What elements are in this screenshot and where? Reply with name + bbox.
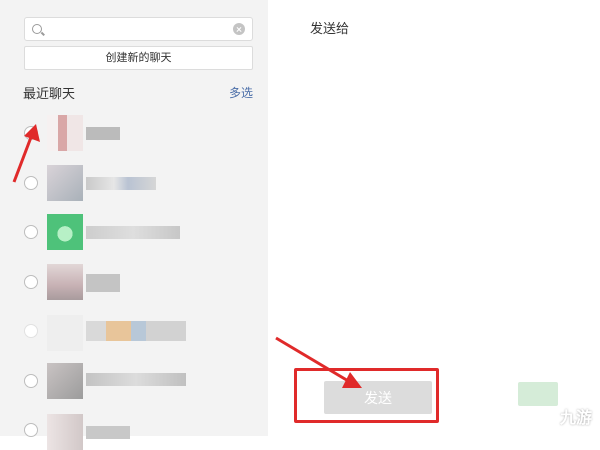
select-radio[interactable] <box>24 275 38 289</box>
contact-name <box>86 373 186 386</box>
multi-select-link[interactable]: 多选 <box>229 84 253 101</box>
contact-name <box>86 226 180 239</box>
select-radio[interactable] <box>24 324 38 338</box>
watermark-logo: 九游 <box>559 408 592 427</box>
avatar <box>47 214 83 250</box>
contact-picker-panel: 创建新的聊天 最近聊天 多选 <box>0 0 268 450</box>
select-radio[interactable] <box>24 423 38 437</box>
search-input[interactable] <box>49 21 233 39</box>
search-box[interactable] <box>24 17 253 41</box>
select-radio[interactable] <box>24 374 38 388</box>
select-radio[interactable] <box>24 225 38 239</box>
contact-name <box>86 426 130 439</box>
search-icon <box>32 24 42 34</box>
avatar <box>47 315 83 351</box>
avatar <box>47 165 83 201</box>
list-item[interactable] <box>0 410 268 450</box>
list-item[interactable] <box>0 361 268 401</box>
list-item[interactable] <box>0 212 268 252</box>
create-new-chat-button[interactable]: 创建新的聊天 <box>24 46 253 70</box>
section-title: 最近聊天 <box>23 87 76 102</box>
contact-name <box>86 274 120 292</box>
list-item[interactable] <box>0 262 268 302</box>
arrow-icon <box>12 124 40 183</box>
avatar <box>47 414 83 450</box>
contact-name <box>86 321 186 341</box>
arrow-icon <box>275 336 362 388</box>
panel-title: 发送给 <box>310 22 350 37</box>
contact-name <box>86 127 120 140</box>
contact-name <box>86 177 156 190</box>
avatar <box>47 115 83 151</box>
clear-icon[interactable] <box>233 23 245 35</box>
avatar <box>47 264 83 300</box>
ghost-button <box>518 382 558 406</box>
avatar <box>47 363 83 399</box>
list-item[interactable] <box>0 311 268 351</box>
